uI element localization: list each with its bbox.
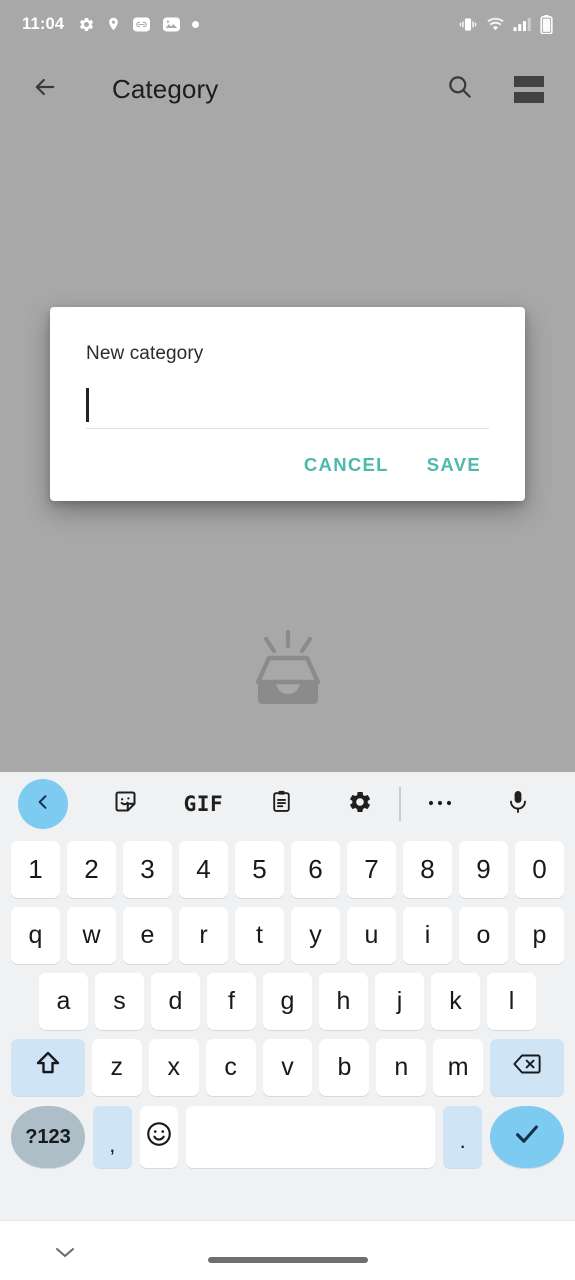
key-h[interactable]: h (319, 972, 368, 1030)
key-i[interactable]: i (403, 906, 452, 964)
backspace-key[interactable] (490, 1038, 565, 1096)
key-p[interactable]: p (515, 906, 564, 964)
key-f[interactable]: f (207, 972, 256, 1030)
space-key[interactable] (186, 1106, 436, 1168)
emoji-key[interactable] (139, 1106, 179, 1168)
emoji-icon (144, 1119, 174, 1156)
key-d[interactable]: d (151, 972, 200, 1030)
new-category-dialog: New category CANCEL SAVE (50, 307, 525, 501)
key-q[interactable]: q (11, 906, 60, 964)
key-j[interactable]: j (375, 972, 424, 1030)
hide-keyboard-button[interactable] (48, 1241, 82, 1267)
key-t[interactable]: t (235, 906, 284, 964)
key-y[interactable]: y (291, 906, 340, 964)
shift-key[interactable] (10, 1038, 85, 1096)
more-options-button[interactable] (401, 776, 479, 832)
key-l[interactable]: l (487, 972, 536, 1030)
cancel-button[interactable]: CANCEL (298, 446, 395, 484)
key-k[interactable]: k (431, 972, 480, 1030)
overflow-dots-icon (427, 795, 453, 813)
key-w[interactable]: w (67, 906, 116, 964)
keyboard-back-button[interactable] (18, 779, 68, 829)
keyboard-row-top: q w e r t y u i o p (6, 902, 569, 968)
checkmark-icon (512, 1119, 542, 1156)
chevron-left-icon (33, 792, 53, 817)
sticker-icon (112, 788, 139, 820)
dialog-label: New category (86, 343, 204, 364)
enter-key[interactable] (490, 1106, 565, 1168)
key-z[interactable]: z (91, 1038, 142, 1096)
key-7[interactable]: 7 (347, 840, 396, 898)
key-4[interactable]: 4 (179, 840, 228, 898)
sticker-button[interactable] (86, 776, 164, 832)
keyboard-toolbar: GIF (0, 772, 575, 836)
microphone-icon (506, 789, 530, 820)
key-s[interactable]: s (95, 972, 144, 1030)
keyboard-settings-button[interactable] (321, 776, 399, 832)
keyboard-row-numbers: 1 2 3 4 5 6 7 8 9 0 (6, 836, 569, 902)
clipboard-button[interactable] (243, 776, 321, 832)
keyboard-row-bottom-letters: z x c v b n m (6, 1034, 569, 1100)
home-gesture-bar[interactable] (207, 1257, 368, 1263)
key-b[interactable]: b (319, 1038, 370, 1096)
key-n[interactable]: n (376, 1038, 427, 1096)
key-g[interactable]: g (263, 972, 312, 1030)
period-key[interactable]: . (443, 1106, 483, 1168)
key-6[interactable]: 6 (291, 840, 340, 898)
key-o[interactable]: o (459, 906, 508, 964)
gif-icon: GIF (183, 792, 224, 816)
text-cursor (86, 387, 89, 422)
clipboard-icon (269, 789, 294, 819)
phone-screen: 11:04 Category New category CANCEL SAVE … (0, 0, 575, 1280)
key-x[interactable]: x (148, 1038, 199, 1096)
key-3[interactable]: 3 (123, 840, 172, 898)
keyboard-row-bottom: ?123 , . (6, 1100, 569, 1174)
key-c[interactable]: c (205, 1038, 256, 1096)
symbols-key[interactable]: ?123 (11, 1106, 85, 1168)
keyboard-rows: 1 2 3 4 5 6 7 8 9 0 q w e r t y u i o p … (0, 836, 575, 1174)
key-u[interactable]: u (347, 906, 396, 964)
dialog-actions: CANCEL SAVE (86, 429, 489, 501)
save-button[interactable]: SAVE (421, 446, 487, 484)
key-0[interactable]: 0 (515, 840, 564, 898)
key-a[interactable]: a (39, 972, 88, 1030)
on-screen-keyboard: GIF 1 2 3 4 5 6 7 8 9 0 q w e r t y u i … (0, 772, 575, 1220)
key-m[interactable]: m (433, 1038, 484, 1096)
gif-button[interactable]: GIF (164, 776, 242, 832)
key-e[interactable]: e (123, 906, 172, 964)
key-v[interactable]: v (262, 1038, 313, 1096)
shift-icon (33, 1049, 63, 1086)
comma-key[interactable]: , (93, 1106, 132, 1168)
gear-icon (347, 789, 373, 820)
chevron-down-icon (53, 1244, 77, 1265)
backspace-icon (512, 1052, 542, 1083)
key-1[interactable]: 1 (11, 840, 60, 898)
key-5[interactable]: 5 (235, 840, 284, 898)
category-name-input[interactable] (86, 381, 489, 429)
voice-input-button[interactable] (479, 776, 557, 832)
navigation-bar (0, 1220, 575, 1280)
keyboard-row-home: a s d f g h j k l (6, 968, 569, 1034)
key-8[interactable]: 8 (403, 840, 452, 898)
key-9[interactable]: 9 (459, 840, 508, 898)
key-r[interactable]: r (179, 906, 228, 964)
key-2[interactable]: 2 (67, 840, 116, 898)
